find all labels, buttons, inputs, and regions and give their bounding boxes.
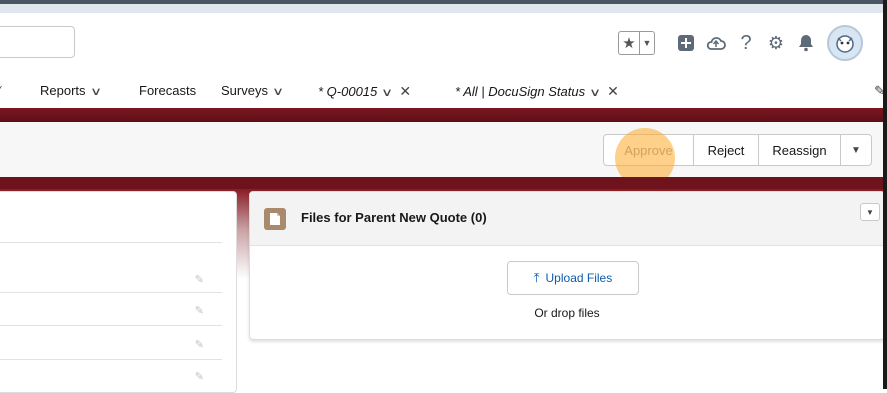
pencil-icon[interactable]: ✎ (195, 304, 204, 317)
reassign-button[interactable]: Reassign (759, 135, 841, 165)
files-card-menu[interactable]: ▼ (860, 203, 880, 221)
detail-row (0, 242, 222, 243)
favorites-group[interactable]: ★ ▼ (618, 31, 655, 55)
nav-tab-docusign-status[interactable]: * All | DocuSign Status∨✕ (455, 83, 619, 100)
header-utility-icons: ★ ▼ ? ⚙ (618, 28, 863, 58)
upload-icon: ⤒ (534, 270, 540, 286)
file-icon (264, 208, 286, 230)
global-search-input[interactable] (0, 26, 75, 58)
files-related-list: Files for Parent New Quote (0) ▼ ⤒ Uploa… (249, 191, 885, 340)
cloud-icon[interactable] (701, 35, 731, 51)
nav-tab-quote[interactable]: * Q-00015∨✕ (318, 83, 411, 100)
gear-icon[interactable]: ⚙ (761, 33, 791, 54)
files-card-header: Files for Parent New Quote (0) ▼ (250, 192, 884, 246)
pencil-icon[interactable]: ✎ (195, 273, 204, 286)
detail-row: ✎ (0, 292, 222, 293)
window-edge (883, 0, 887, 389)
chevron-down-icon[interactable]: ∨ (589, 86, 601, 99)
header-band (0, 108, 887, 122)
nav-item-reports[interactable]: Reports∨ (40, 83, 100, 98)
close-icon[interactable]: ✕ (399, 83, 411, 99)
record-detail-card: ✎ ✎ ✎✎ (0, 191, 237, 393)
background-band (0, 177, 887, 189)
chevron-down-icon[interactable]: ∨ (272, 85, 284, 98)
record-action-bar: Approve Reject Reassign ▼ (0, 122, 887, 177)
navigation-bar: ⁄ Reports∨ Forecasts Surveys∨ * Q-00015∨… (0, 73, 887, 110)
detail-row: ✎ (0, 325, 222, 326)
upload-files-button[interactable]: ⤒ Upload Files (507, 261, 639, 295)
avatar[interactable] (827, 25, 863, 61)
chevron-down-icon: ▼ (851, 145, 861, 156)
bell-icon[interactable] (791, 34, 821, 52)
files-card-title[interactable]: Files for Parent New Quote (0) (301, 210, 487, 225)
star-icon[interactable]: ★ (619, 32, 640, 54)
plus-square-icon[interactable] (671, 34, 701, 52)
approve-button[interactable]: Approve (604, 135, 694, 165)
detail-row: ✎✎ (0, 359, 222, 360)
top-strip (0, 0, 887, 13)
nav-item-surveys[interactable]: Surveys∨ (221, 83, 282, 98)
pencil-icon[interactable]: ✎ (195, 370, 204, 383)
pencil-icon[interactable]: ✎ (195, 338, 204, 351)
nav-item-forecasts[interactable]: Forecasts (139, 83, 196, 98)
help-icon[interactable]: ? (731, 32, 761, 55)
chevron-down-icon: ▼ (866, 208, 874, 217)
global-header: ★ ▼ ? ⚙ (0, 13, 887, 73)
approval-button-group: Approve Reject Reassign ▼ (603, 134, 872, 166)
chevron-down-icon[interactable]: ▼ (640, 32, 654, 54)
close-icon[interactable]: ✕ (607, 83, 619, 99)
chevron-down-icon[interactable]: ∨ (90, 85, 102, 98)
chevron-down-icon[interactable]: ∨ (381, 86, 393, 99)
more-actions-dropdown[interactable]: ▼ (841, 135, 871, 165)
drop-files-text: Or drop files (250, 306, 884, 320)
reject-button[interactable]: Reject (694, 135, 759, 165)
